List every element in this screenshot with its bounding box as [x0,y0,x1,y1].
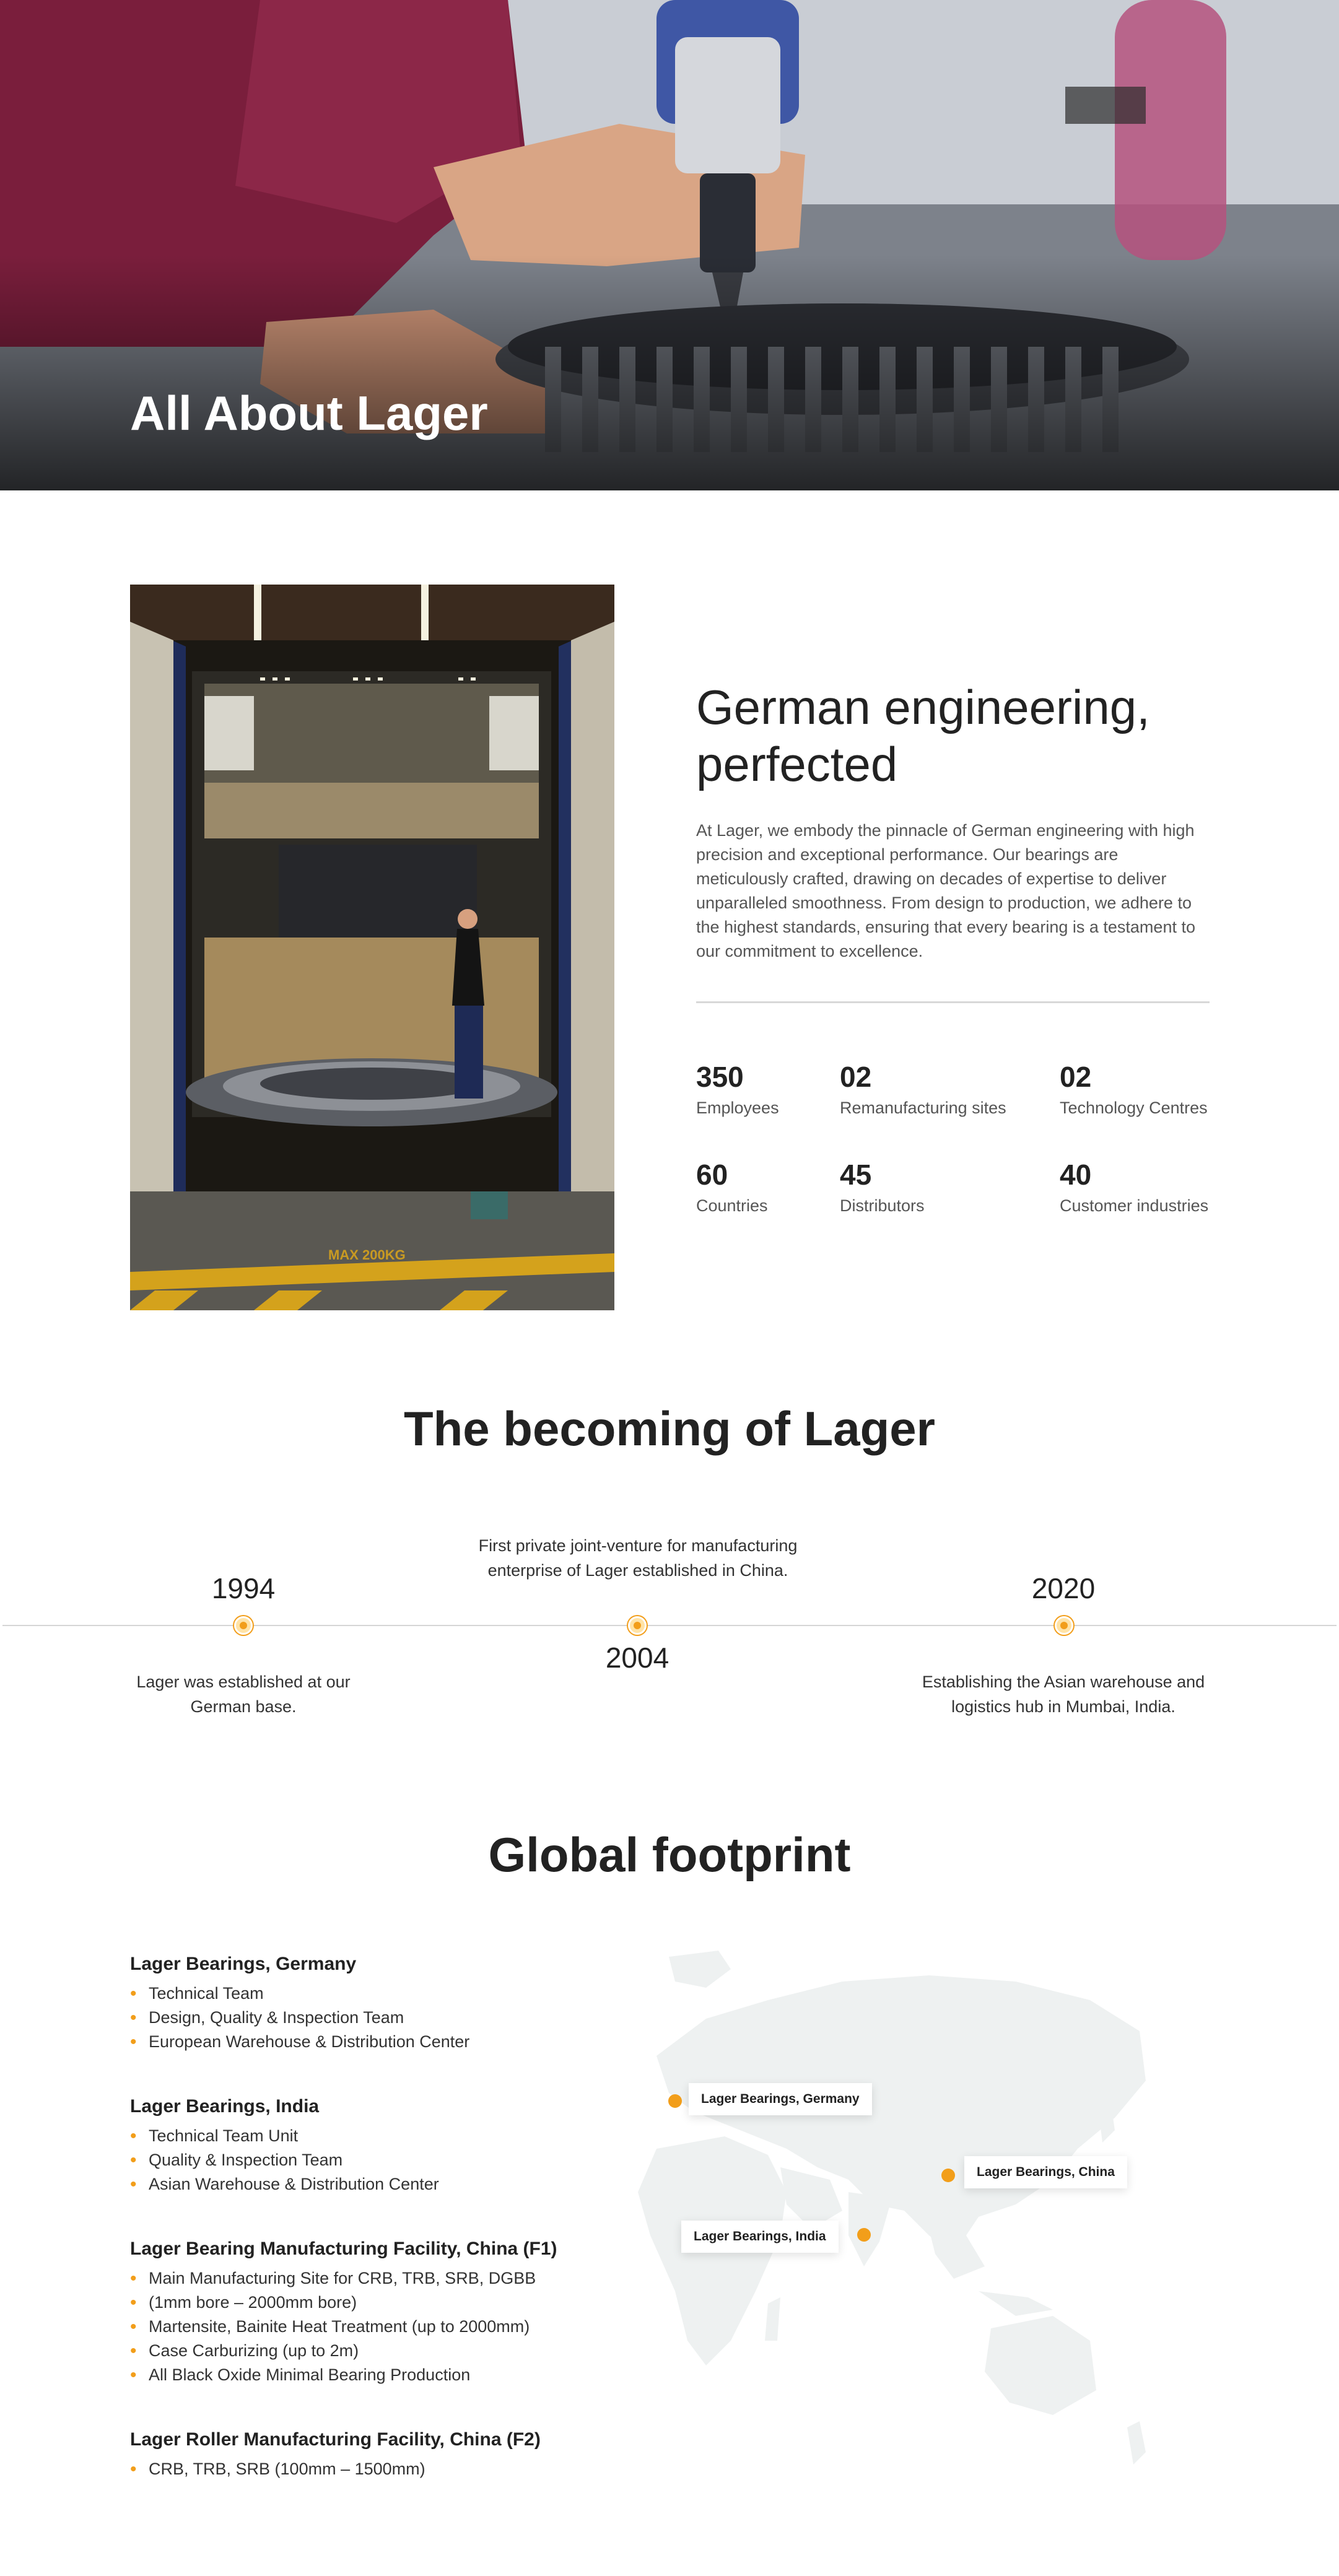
stat-label: Countries [696,1196,768,1215]
timeline-marker-2020[interactable] [1055,1616,1073,1635]
list-item: Technical Team Unit [130,2124,601,2148]
about-divider [696,1001,1210,1003]
list-item: Technical Team [130,1982,601,2006]
world-map-shape [638,1951,1146,2465]
factory-photo: MAX 200KG [130,585,614,1310]
list-item: CRB, TRB, SRB (100mm – 1500mm) [130,2457,601,2481]
location-details: CRB, TRB, SRB (100mm – 1500mm) [130,2457,601,2481]
location-india: Lager Bearings, India Technical Team Uni… [130,2094,601,2196]
footprint-title: Global footprint [488,1827,851,1882]
hero-gradient-overlay [0,255,1339,490]
list-item: Asian Warehouse & Distribution Center [130,2172,601,2196]
location-name: Lager Bearings, India [130,2096,320,2117]
map-pin-germany[interactable] [668,2094,682,2108]
timeline-marker-1994[interactable] [234,1616,253,1635]
timeline-text-1994: Lager was established at our German base… [136,1673,351,1716]
stat-employees: 350 Employees [696,1060,779,1118]
map-pin-china[interactable] [941,2169,955,2182]
stat-value: 02 [840,1061,872,1093]
timeline-marker-2004[interactable] [628,1616,647,1635]
timeline-year-2004: 2004 [605,1642,670,1674]
location-china-f1: Lager Bearing Manufacturing Facility, Ch… [130,2237,601,2387]
list-item: Design, Quality & Inspection Team [130,2006,601,2030]
about-heading: German engineering, perfected [696,680,1150,791]
hero-banner: All About Lager [0,0,1339,490]
list-item: Quality & Inspection Team [130,2148,601,2172]
location-china-f2: Lager Roller Manufacturing Facility, Chi… [130,2427,601,2481]
stat-remanufacturing-sites: 02 Remanufacturing sites [840,1060,1006,1118]
stat-customer-industries: 40 Customer industries [1060,1158,1208,1216]
map-label-germany[interactable]: Lager Bearings, Germany [689,2083,872,2115]
map-label-india[interactable]: Lager Bearings, India [681,2221,839,2253]
timeline-text-2004: First private joint-venture for manufact… [478,1536,798,1580]
location-details: Technical Team Unit Quality & Inspection… [130,2124,601,2196]
stat-technology-centres: 02 Technology Centres [1060,1060,1208,1118]
list-item: European Warehouse & Distribution Center [130,2030,601,2054]
list-item: All Black Oxide Minimal Bearing Producti… [130,2363,601,2387]
timeline-year-1994: 1994 [211,1572,276,1604]
stat-value: 60 [696,1159,728,1191]
location-details: Technical Team Design, Quality & Inspect… [130,1982,601,2054]
list-item: (1mm bore – 2000mm bore) [130,2291,601,2315]
location-germany: Lager Bearings, Germany Technical Team D… [130,1952,601,2054]
svg-text:MAX 200KG: MAX 200KG [328,1247,406,1263]
map-pin-india[interactable] [857,2228,871,2242]
page-title: All About Lager [130,386,488,440]
list-item: Main Manufacturing Site for CRB, TRB, SR… [130,2266,601,2291]
timeline-title: The becoming of Lager [403,1401,936,1456]
stat-distributors: 45 Distributors [840,1158,925,1216]
map-label-china[interactable]: Lager Bearings, China [964,2156,1127,2188]
stat-value: 350 [696,1061,744,1093]
stat-label: Technology Centres [1060,1099,1208,1117]
stat-label: Customer industries [1060,1196,1209,1215]
timeline-line [2,1625,1337,1626]
world-map: Lager Bearings, Germany Lager Bearings, … [582,1944,1177,2489]
location-name: Lager Bearing Manufacturing Facility, Ch… [130,2239,557,2259]
about-description: At Lager, we embody the pinnacle of Germ… [696,821,1195,960]
timeline-year-2020: 2020 [1031,1572,1096,1604]
location-name: Lager Roller Manufacturing Facility, Chi… [130,2429,541,2450]
stat-label: Remanufacturing sites [840,1099,1006,1117]
stat-value: 45 [840,1159,872,1191]
list-item: Martensite, Bainite Heat Treatment (up t… [130,2315,601,2339]
timeline-text-2020: Establishing the Asian warehouse and log… [922,1673,1205,1716]
stat-label: Employees [696,1099,779,1117]
location-details: Main Manufacturing Site for CRB, TRB, SR… [130,2266,601,2387]
stat-value: 40 [1060,1159,1092,1191]
location-name: Lager Bearings, Germany [130,1954,357,1974]
stat-label: Distributors [840,1196,925,1215]
list-item: Case Carburizing (up to 2m) [130,2339,601,2363]
stat-value: 02 [1060,1061,1092,1093]
stat-countries: 60 Countries [696,1158,768,1216]
